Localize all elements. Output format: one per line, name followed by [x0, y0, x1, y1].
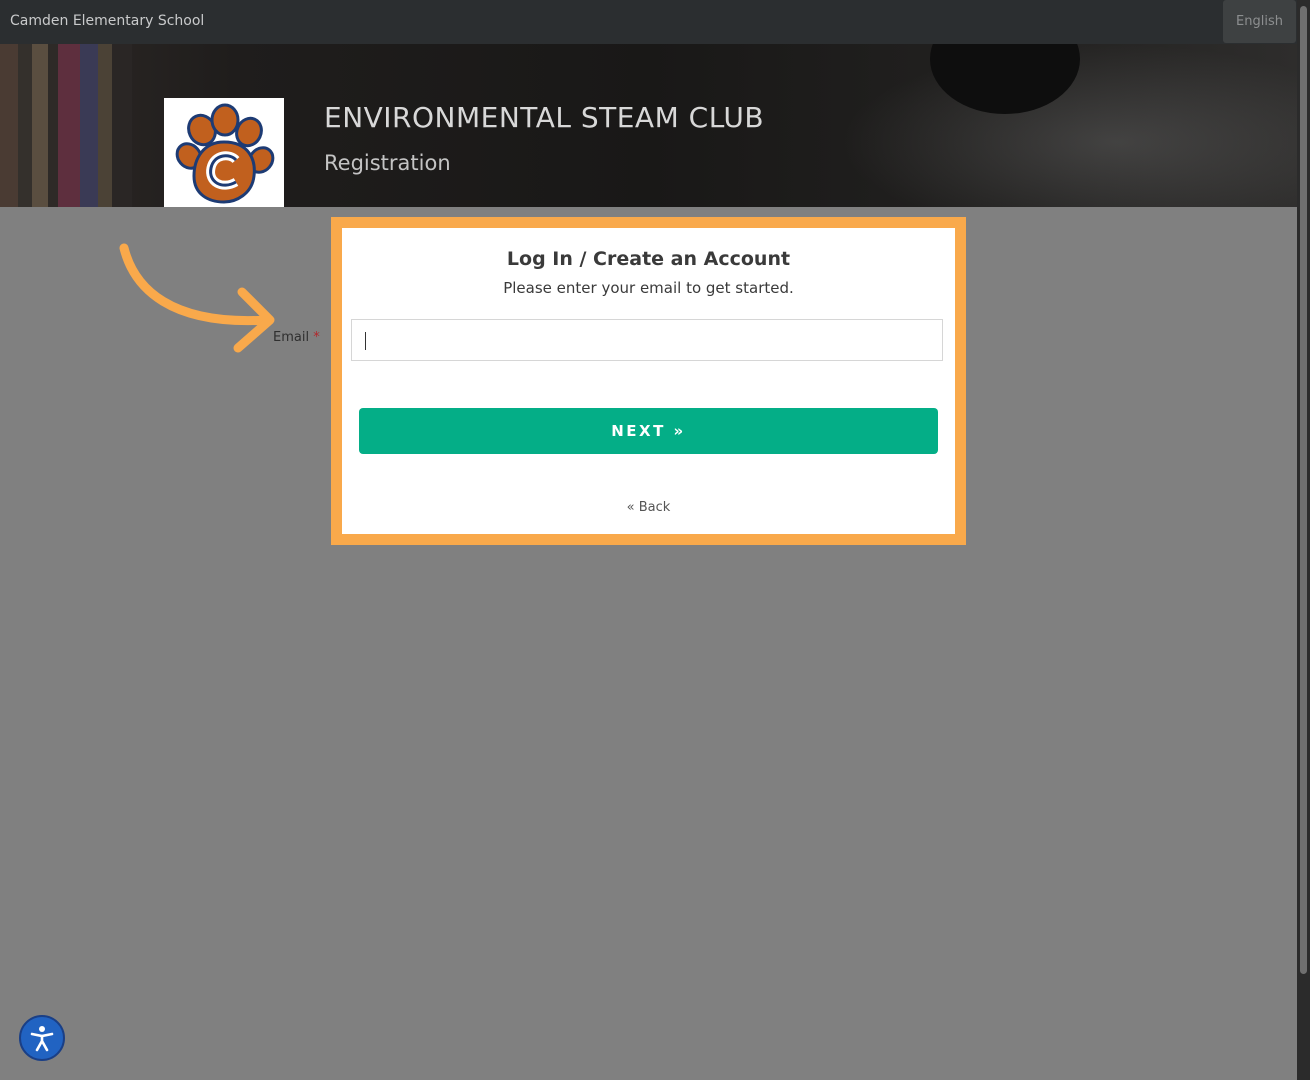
paw-c-logo-icon: [175, 103, 275, 204]
school-logo: [164, 98, 284, 207]
next-button[interactable]: NEXT »: [359, 408, 938, 454]
annotation-arrow-icon: [119, 243, 275, 353]
text-caret: [365, 332, 366, 350]
page-title: ENVIRONMENTAL STEAM CLUB: [324, 101, 765, 134]
modal-title: Log In / Create an Account: [506, 248, 791, 270]
scrollbar-thumb[interactable]: [1300, 6, 1307, 974]
language-button[interactable]: English: [1223, 0, 1296, 43]
back-link[interactable]: « Back: [342, 500, 955, 515]
scrollbar[interactable]: [1297, 0, 1310, 1080]
accessibility-person-icon: [30, 1026, 54, 1052]
accessibility-button[interactable]: [19, 1015, 65, 1061]
top-bar: Camden Elementary School English: [0, 0, 1297, 44]
email-label-text: Email: [273, 330, 310, 345]
login-modal: Log In / Create an Account Please enter …: [342, 228, 955, 534]
modal-subtitle: Please enter your email to get started.: [503, 279, 794, 297]
email-input[interactable]: [351, 319, 943, 361]
school-name[interactable]: Camden Elementary School: [10, 13, 204, 29]
page-subtitle: Registration: [324, 151, 451, 175]
required-marker: *: [313, 330, 320, 345]
email-label: Email *: [273, 330, 320, 345]
